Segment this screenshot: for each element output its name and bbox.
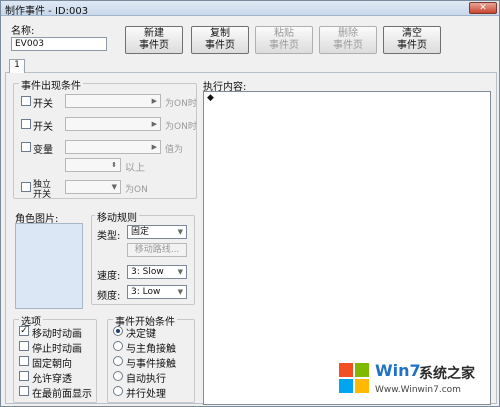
new-page-button[interactable]: 新建 事件页 bbox=[125, 26, 183, 54]
delete-page-label-1: 删除 bbox=[338, 28, 358, 39]
option-label: 在最前面显示 bbox=[32, 389, 92, 400]
windows-logo-icon bbox=[339, 363, 369, 393]
variable-checkbox[interactable] bbox=[21, 142, 31, 152]
move-type-label: 类型: bbox=[97, 231, 121, 242]
copy-page-label-2: 事件页 bbox=[205, 40, 235, 51]
trigger-radio[interactable] bbox=[113, 356, 123, 366]
stepper-arrows-icon: ⬍ bbox=[111, 161, 117, 169]
option-checkbox[interactable] bbox=[19, 371, 29, 381]
move-freq-label: 频度: bbox=[97, 291, 121, 302]
option-label: 移动时动画 bbox=[32, 329, 82, 340]
switch1-label: 开关 bbox=[33, 99, 53, 110]
move-route-button[interactable]: 移动路线... bbox=[127, 243, 187, 257]
move-type-select[interactable]: 固定 ▼ bbox=[127, 225, 187, 239]
variable-suffix: 值为 bbox=[165, 145, 184, 155]
trigger-label: 与事件接触 bbox=[126, 359, 176, 370]
chevron-right-icon: ▶ bbox=[151, 143, 157, 151]
trigger-label: 自动执行 bbox=[126, 374, 166, 385]
watermark-brand-2: 系统之家 bbox=[419, 366, 475, 382]
move-freq-select[interactable]: 3: Low ▼ bbox=[127, 285, 187, 299]
character-graphic-preview[interactable] bbox=[15, 223, 83, 309]
watermark-brand-1: Win7 bbox=[375, 361, 421, 380]
switch2-suffix: 为ON时 bbox=[165, 122, 197, 132]
paste-page-label-2: 事件页 bbox=[269, 40, 299, 51]
move-freq-value: 3: Low bbox=[131, 287, 161, 297]
chevron-right-icon: ▶ bbox=[151, 97, 157, 105]
switch1-suffix: 为ON时 bbox=[165, 99, 197, 109]
self-switch-suffix: 为ON bbox=[125, 185, 148, 195]
delete-page-button[interactable]: 删除 事件页 bbox=[319, 26, 377, 54]
self-switch-label-2: 开关 bbox=[33, 190, 52, 200]
tab-page-1[interactable]: 1 bbox=[9, 59, 25, 73]
switch1-checkbox[interactable] bbox=[21, 96, 31, 106]
chevron-down-icon: ▼ bbox=[177, 288, 183, 296]
switch2-select[interactable]: ▶ bbox=[65, 117, 161, 131]
paste-page-label-1: 粘贴 bbox=[274, 28, 294, 39]
trigger-radio[interactable] bbox=[113, 371, 123, 381]
option-checkbox[interactable]: ✓ bbox=[19, 326, 29, 336]
movement-title: 移动规则 bbox=[95, 209, 139, 224]
trigger-radio[interactable] bbox=[113, 386, 123, 396]
clear-page-label-2: 事件页 bbox=[397, 40, 427, 51]
chevron-right-icon: ▶ bbox=[151, 120, 157, 128]
chevron-down-icon: ▼ bbox=[177, 268, 183, 276]
option-checkbox[interactable] bbox=[19, 386, 29, 396]
copy-page-label-1: 复制 bbox=[210, 28, 230, 39]
trigger-label: 并行处理 bbox=[126, 389, 166, 400]
move-speed-label: 速度: bbox=[97, 271, 121, 282]
move-speed-select[interactable]: 3: Slow ▼ bbox=[127, 265, 187, 279]
clear-page-label-1: 清空 bbox=[402, 28, 422, 39]
chevron-down-icon: ▼ bbox=[111, 183, 117, 191]
clear-page-button[interactable]: 清空 事件页 bbox=[383, 26, 441, 54]
option-checkbox[interactable] bbox=[19, 341, 29, 351]
delete-page-label-2: 事件页 bbox=[333, 40, 363, 51]
variable-value-stepper[interactable]: ⬍ bbox=[65, 158, 121, 172]
trigger-radio[interactable] bbox=[113, 341, 123, 351]
watermark-url: Www.Winwin7.com bbox=[375, 385, 461, 395]
chevron-down-icon: ▼ bbox=[177, 228, 183, 236]
trigger-label: 与主角接触 bbox=[126, 344, 176, 355]
option-label: 允许穿透 bbox=[32, 374, 72, 385]
switch2-checkbox[interactable] bbox=[21, 119, 31, 129]
conditions-title: 事件出现条件 bbox=[19, 77, 83, 92]
switch1-select[interactable]: ▶ bbox=[65, 94, 161, 108]
name-label: 名称: bbox=[11, 26, 35, 37]
option-checkbox[interactable] bbox=[19, 356, 29, 366]
option-label: 停止时动画 bbox=[32, 344, 82, 355]
variable-suffix-2: 以上 bbox=[125, 163, 145, 174]
watermark: Win7 系统之家 Www.Winwin7.com bbox=[333, 357, 497, 403]
paste-page-button[interactable]: 粘贴 事件页 bbox=[255, 26, 313, 54]
trigger-label: 决定键 bbox=[126, 329, 156, 340]
option-label: 固定朝向 bbox=[32, 359, 72, 370]
new-page-label-2: 事件页 bbox=[139, 40, 169, 51]
copy-page-button[interactable]: 复制 事件页 bbox=[191, 26, 249, 54]
close-button[interactable]: ✕ bbox=[469, 2, 497, 14]
switch2-label: 开关 bbox=[33, 122, 53, 133]
move-speed-value: 3: Slow bbox=[131, 267, 164, 277]
window-title: 制作事件 - ID:003 bbox=[5, 6, 89, 17]
event-editor-window: 制作事件 - ID:003 ✕ 名称: EV003 新建 事件页 复制 事件页 … bbox=[0, 0, 500, 407]
name-input[interactable]: EV003 bbox=[11, 37, 107, 51]
self-switch-select[interactable]: ▼ bbox=[65, 180, 121, 194]
command-bullet-icon[interactable]: ◆ bbox=[207, 93, 214, 103]
new-page-label-1: 新建 bbox=[144, 28, 164, 39]
variable-select[interactable]: ▶ bbox=[65, 140, 161, 154]
trigger-radio[interactable] bbox=[113, 326, 123, 336]
variable-label: 变量 bbox=[33, 145, 53, 156]
self-switch-checkbox[interactable] bbox=[21, 182, 31, 192]
title-bar: 制作事件 - ID:003 ✕ bbox=[1, 1, 499, 17]
move-type-value: 固定 bbox=[131, 227, 150, 237]
